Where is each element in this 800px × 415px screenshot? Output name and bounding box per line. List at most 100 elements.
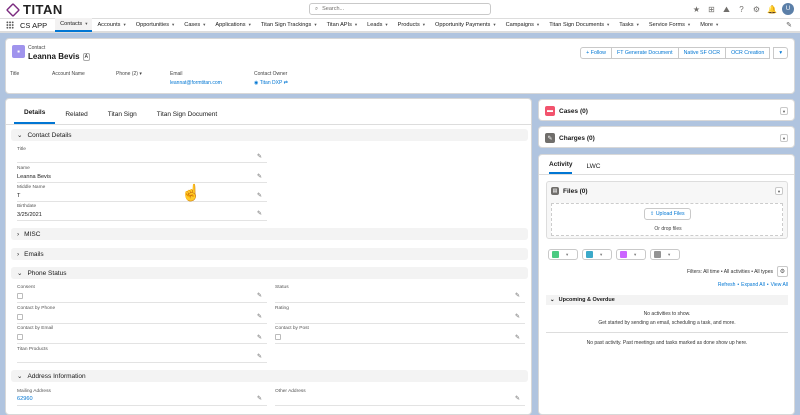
edit-contact-by-email-pencil-icon[interactable]: ✎	[257, 334, 262, 341]
chevron-down-icon[interactable]: ▾	[607, 22, 609, 28]
files-title[interactable]: Files (0)	[563, 188, 588, 195]
edit-titan-products-pencil-icon[interactable]: ✎	[257, 353, 262, 360]
chevron-down-icon[interactable]: ▾	[716, 22, 718, 28]
nav-item-campaigns[interactable]: Campaigns ▾	[501, 18, 545, 32]
tab-related[interactable]: Related	[55, 111, 97, 124]
chevron-down-icon[interactable]: ▾	[668, 252, 670, 258]
edit-birthdate-pencil-icon[interactable]: ✎	[257, 210, 262, 217]
nav-item-contacts[interactable]: Contacts ▾	[55, 18, 93, 32]
email-link[interactable]: leannat@formtitan.com	[170, 80, 240, 86]
nav-item-opportunity-payments[interactable]: Opportunity Payments ▾	[430, 18, 501, 32]
chevron-down-icon[interactable]: ▾	[203, 22, 205, 28]
owner-name[interactable]: Titan DXP	[260, 80, 283, 86]
nav-item-applications[interactable]: Applications ▾	[210, 18, 255, 32]
nav-item-titan-apis[interactable]: Titan APIs ▾	[322, 18, 363, 32]
chevron-down-icon[interactable]: ▾	[566, 252, 568, 258]
chevron-down-icon[interactable]: ▾	[385, 22, 387, 28]
change-owner-icon[interactable]: ⇄	[284, 80, 288, 86]
nav-item-accounts[interactable]: Accounts ▾	[92, 18, 130, 32]
nav-item-opportunities[interactable]: Opportunities ▾	[131, 18, 180, 32]
chevron-down-icon[interactable]: ▾	[600, 252, 602, 258]
chevron-down-icon[interactable]: ▾	[423, 22, 425, 28]
nav-item-products[interactable]: Products ▾	[393, 18, 430, 32]
refresh-link[interactable]: Refresh	[718, 282, 736, 288]
nav-item-leads[interactable]: Leads ▾	[362, 18, 393, 32]
add-icon[interactable]: ⊞	[707, 5, 716, 14]
global-search-input[interactable]: ⌕ Search...	[309, 3, 491, 15]
charges-menu-chevron-icon[interactable]: ▾	[780, 134, 788, 142]
chevron-down-icon[interactable]: ▾	[123, 22, 125, 28]
tab-lwc[interactable]: LWC	[586, 163, 600, 174]
native-sf-ocr-button[interactable]: Native SF OCR	[678, 47, 727, 59]
section-contact-details[interactable]: ⌄ Contact Details	[11, 129, 528, 141]
upload-files-button[interactable]: ⇪ Upload Files	[644, 208, 691, 220]
tab-titan-sign[interactable]: Titan Sign	[98, 111, 147, 124]
titan-logo[interactable]: TITAN	[5, 2, 63, 17]
edit-consent-pencil-icon[interactable]: ✎	[257, 292, 262, 299]
notifications-bell-icon[interactable]: 🔔	[767, 5, 777, 14]
edit-nav-pencil-icon[interactable]: ✎	[786, 21, 792, 29]
edit-contact-by-post-pencil-icon[interactable]: ✎	[515, 334, 520, 341]
edit-title-pencil-icon[interactable]: ✎	[257, 153, 262, 160]
tab-activity[interactable]: Activity	[549, 161, 573, 174]
edit-rating-pencil-icon[interactable]: ✎	[515, 313, 520, 320]
chevron-down-icon[interactable]: ▾	[139, 71, 142, 77]
chevron-down-icon[interactable]: ▾	[637, 22, 639, 28]
field-value-mailing-address[interactable]: 62960	[17, 396, 33, 402]
cases-title[interactable]: Cases (0)	[559, 108, 588, 115]
edit-status-pencil-icon[interactable]: ✎	[515, 292, 520, 299]
chevron-down-icon[interactable]: ▾	[493, 22, 495, 28]
chevron-down-icon[interactable]: ▾	[249, 22, 251, 28]
cases-menu-chevron-icon[interactable]: ▾	[780, 107, 788, 115]
help-icon[interactable]: ?	[737, 5, 746, 14]
chevron-down-icon[interactable]: ▾	[314, 22, 316, 28]
section-phone-status[interactable]: ⌄ Phone Status	[11, 267, 528, 279]
nav-item-titan-sign-documents[interactable]: Titan Sign Documents ▾	[544, 18, 614, 32]
edit-other-address-pencil-icon[interactable]: ✎	[515, 395, 520, 402]
trailhead-icon[interactable]: ⛰	[722, 5, 731, 14]
cases-header[interactable]: ▬ Cases (0)	[545, 106, 588, 116]
file-drop-zone[interactable]: ⇪ Upload Files Or drop files	[551, 203, 783, 236]
setup-gear-icon[interactable]: ⚙	[752, 5, 761, 14]
chevron-down-icon[interactable]: ▾	[172, 22, 174, 28]
chevron-down-icon[interactable]: ▾	[355, 22, 357, 28]
upcoming-overdue-header[interactable]: ⌄ Upcoming & Overdue	[546, 295, 788, 305]
chevron-down-icon[interactable]: ▾	[688, 22, 690, 28]
chevron-down-icon[interactable]: ▾	[634, 252, 636, 258]
favorites-icon[interactable]: ★	[692, 5, 701, 14]
log-call-button[interactable]: ▾	[548, 249, 578, 260]
expand-all-link[interactable]: Expand All	[741, 282, 765, 288]
nav-item-titan-sign-trackings[interactable]: Titan Sign Trackings ▾	[256, 18, 322, 32]
app-launcher-grid-icon[interactable]	[6, 21, 14, 29]
more-actions-chevron-icon[interactable]: ▾	[773, 47, 788, 59]
ft-generate-document-button[interactable]: FT Generate Document	[612, 47, 679, 59]
charges-title[interactable]: Charges (0)	[559, 135, 595, 142]
files-menu-chevron-icon[interactable]: ▾	[775, 187, 783, 195]
nav-item-service-forms[interactable]: Service Forms ▾	[644, 18, 695, 32]
email-button[interactable]: ▾	[650, 249, 680, 260]
follow-button[interactable]: + Follow	[580, 47, 613, 59]
edit-middle-name-pencil-icon[interactable]: ✎	[257, 192, 262, 199]
section-emails[interactable]: › Emails	[11, 248, 528, 260]
new-event-button[interactable]: ▾	[616, 249, 646, 260]
edit-contact-by-phone-pencil-icon[interactable]: ✎	[257, 313, 262, 320]
ocr-creation-button[interactable]: OCR Creation	[726, 47, 771, 59]
edit-mailing-address-pencil-icon[interactable]: ✎	[257, 395, 262, 402]
app-launcher[interactable]: CS APP	[0, 21, 55, 30]
section-address-information[interactable]: ⌄ Address Information	[11, 370, 528, 382]
charges-header[interactable]: ✎ Charges (0)	[545, 133, 595, 143]
view-all-link[interactable]: View All	[771, 282, 788, 288]
nav-item-tasks[interactable]: Tasks ▾	[614, 18, 644, 32]
nav-item-more[interactable]: More ▾	[695, 18, 723, 32]
owner-link[interactable]: ◉ Titan DXP ⇄	[254, 80, 288, 86]
new-task-button[interactable]: ▾	[582, 249, 612, 260]
files-header[interactable]: ▤ Files (0)	[551, 187, 588, 195]
user-avatar[interactable]: U	[782, 3, 794, 15]
highlight-label[interactable]: Phone (2) ▾	[116, 71, 156, 77]
tab-titan-sign-document[interactable]: Titan Sign Document	[147, 111, 227, 124]
edit-name-pencil-icon[interactable]: ✎	[257, 173, 262, 180]
section-misc[interactable]: › MISC	[11, 228, 528, 240]
chevron-down-icon[interactable]: ▾	[537, 22, 539, 28]
chevron-down-icon[interactable]: ▾	[85, 21, 87, 27]
nav-item-cases[interactable]: Cases ▾	[179, 18, 210, 32]
